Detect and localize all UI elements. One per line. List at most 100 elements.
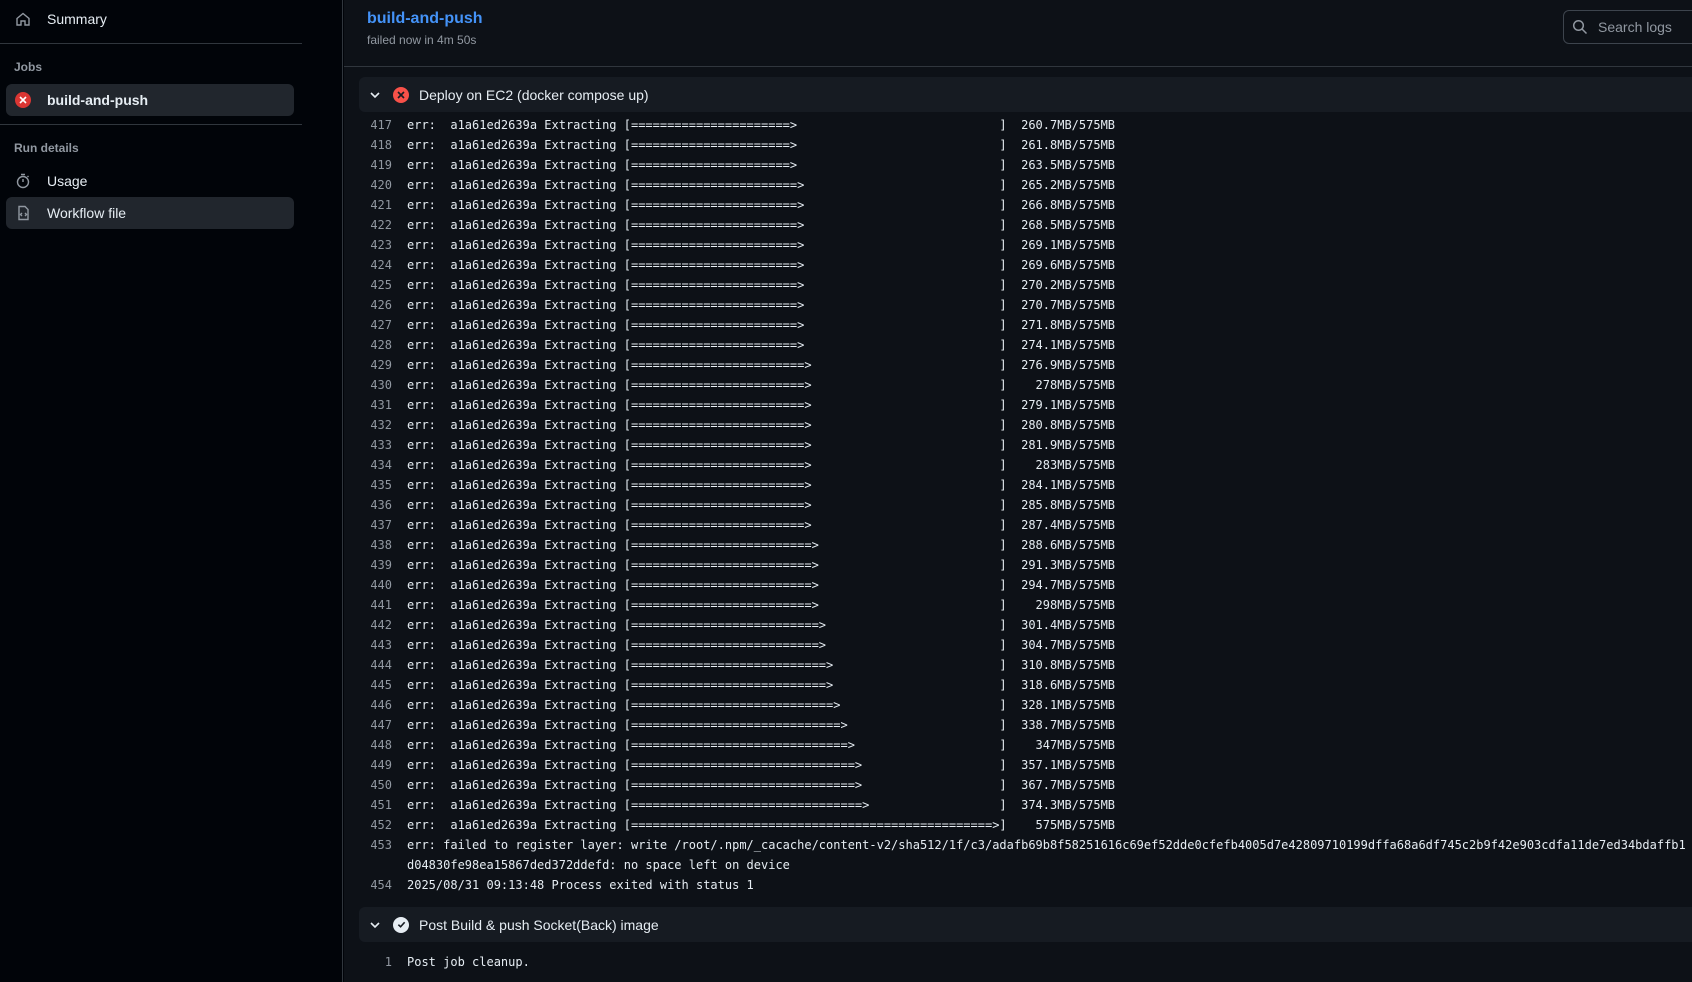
log-line-number[interactable]: 425 bbox=[344, 275, 407, 295]
job-title[interactable]: build-and-push bbox=[367, 10, 483, 28]
log-line-text: err: a1a61ed2639a Extracting [==========… bbox=[407, 218, 1116, 232]
log-line: 436 err: a1a61ed2639a Extracting [=======… bbox=[344, 495, 1692, 515]
log-line-text: err: a1a61ed2639a Extracting [==========… bbox=[407, 638, 1116, 652]
log-line-text: err: a1a61ed2639a Extracting [==========… bbox=[407, 678, 1116, 692]
sidebar-item-label: Usage bbox=[47, 173, 88, 189]
log-line-number[interactable]: 450 bbox=[344, 775, 407, 795]
log-line-number[interactable]: 421 bbox=[344, 195, 407, 215]
log-line-number[interactable]: 454 bbox=[344, 875, 407, 895]
chevron-down-icon[interactable] bbox=[367, 917, 383, 933]
search-logs-box[interactable] bbox=[1563, 10, 1692, 44]
log-line: 446 err: a1a61ed2639a Extracting [=======… bbox=[344, 695, 1692, 715]
log-line: 447 err: a1a61ed2639a Extracting [=======… bbox=[344, 715, 1692, 735]
log-line-text: err: a1a61ed2639a Extracting [==========… bbox=[407, 118, 1116, 132]
log-line-number[interactable]: 435 bbox=[344, 475, 407, 495]
sidebar-item-usage[interactable]: Usage bbox=[6, 165, 294, 197]
log-line-number[interactable]: 445 bbox=[344, 675, 407, 695]
log-line-text: err: a1a61ed2639a Extracting [==========… bbox=[407, 458, 1116, 472]
log-line: 448 err: a1a61ed2639a Extracting [=======… bbox=[344, 735, 1692, 755]
log-line-number[interactable]: 1 bbox=[344, 952, 407, 972]
log-line-number[interactable]: 452 bbox=[344, 815, 407, 835]
search-logs-input[interactable] bbox=[1598, 19, 1692, 35]
log-line-number[interactable]: 417 bbox=[344, 115, 407, 135]
log-line-text: err: a1a61ed2639a Extracting [==========… bbox=[407, 498, 1116, 512]
workflow-file-icon bbox=[15, 205, 31, 221]
log-line-number[interactable]: 433 bbox=[344, 435, 407, 455]
log-line-text: err: a1a61ed2639a Extracting [==========… bbox=[407, 618, 1116, 632]
log-line-number[interactable]: 442 bbox=[344, 615, 407, 635]
log-line-number[interactable]: 436 bbox=[344, 495, 407, 515]
deploy-log-lines: 417 err: a1a61ed2639a Extracting [=======… bbox=[344, 115, 1692, 895]
log-line-number[interactable]: 428 bbox=[344, 335, 407, 355]
log-line-text: err: a1a61ed2639a Extracting [==========… bbox=[407, 278, 1116, 292]
check-circle-icon bbox=[393, 916, 409, 933]
log-line: 437 err: a1a61ed2639a Extracting [=======… bbox=[344, 515, 1692, 535]
log-line-text: err: a1a61ed2639a Extracting [==========… bbox=[407, 578, 1116, 592]
log-line: 440 err: a1a61ed2639a Extracting [=======… bbox=[344, 575, 1692, 595]
log-line-text: err: a1a61ed2639a Extracting [==========… bbox=[407, 438, 1116, 452]
sidebar-item-label: Summary bbox=[47, 11, 107, 27]
log-line: 417 err: a1a61ed2639a Extracting [=======… bbox=[344, 115, 1692, 135]
sidebar-item-workflow-file[interactable]: Workflow file bbox=[6, 197, 294, 229]
log-line: 449 err: a1a61ed2639a Extracting [=======… bbox=[344, 755, 1692, 775]
log-line-text: err: a1a61ed2639a Extracting [==========… bbox=[407, 238, 1116, 252]
log-line-number[interactable]: 440 bbox=[344, 575, 407, 595]
log-line-number[interactable]: 420 bbox=[344, 175, 407, 195]
log-line-number[interactable]: 419 bbox=[344, 155, 407, 175]
log-line-text: err: a1a61ed2639a Extracting [==========… bbox=[407, 718, 1116, 732]
log-line: 429 err: a1a61ed2639a Extracting [=======… bbox=[344, 355, 1692, 375]
log-line-number[interactable]: 430 bbox=[344, 375, 407, 395]
log-line: 419 err: a1a61ed2639a Extracting [=======… bbox=[344, 155, 1692, 175]
log-line: 1 Post job cleanup. bbox=[344, 952, 1692, 972]
log-line-number[interactable]: 424 bbox=[344, 255, 407, 275]
log-line-text: err: a1a61ed2639a Extracting [==========… bbox=[407, 698, 1116, 712]
log-line-number[interactable]: 446 bbox=[344, 695, 407, 715]
log-line-number[interactable]: 451 bbox=[344, 795, 407, 815]
log-line-number[interactable]: 448 bbox=[344, 735, 407, 755]
log-line: 426 err: a1a61ed2639a Extracting [=======… bbox=[344, 295, 1692, 315]
log-line-number[interactable]: 426 bbox=[344, 295, 407, 315]
log-line-text: err: a1a61ed2639a Extracting [==========… bbox=[407, 198, 1116, 212]
log-line-text: err: a1a61ed2639a Extracting [==========… bbox=[407, 518, 1116, 532]
log-line-number[interactable]: 429 bbox=[344, 355, 407, 375]
log-line: 450 err: a1a61ed2639a Extracting [=======… bbox=[344, 775, 1692, 795]
log-line-number[interactable]: 418 bbox=[344, 135, 407, 155]
log-line-number[interactable]: 444 bbox=[344, 655, 407, 675]
log-line-number[interactable]: 443 bbox=[344, 635, 407, 655]
log-line-number[interactable]: 431 bbox=[344, 395, 407, 415]
sidebar-item-summary[interactable]: Summary bbox=[6, 3, 294, 35]
log-line: 423 err: a1a61ed2639a Extracting [=======… bbox=[344, 235, 1692, 255]
chevron-down-icon[interactable] bbox=[367, 87, 383, 103]
log-line-text: err: a1a61ed2639a Extracting [==========… bbox=[407, 798, 1116, 812]
log-line-number[interactable]: 441 bbox=[344, 595, 407, 615]
log-line: 454 2025/08/31 09:13:48 Process exited wi… bbox=[344, 875, 1692, 895]
main-panel: build-and-push failed now in 4m 50s Depl… bbox=[344, 0, 1692, 982]
log-line: 425 err: a1a61ed2639a Extracting [=======… bbox=[344, 275, 1692, 295]
log-line-number[interactable]: 422 bbox=[344, 215, 407, 235]
log-line-number[interactable]: 434 bbox=[344, 455, 407, 475]
log-line-text: err: a1a61ed2639a Extracting [==========… bbox=[407, 138, 1116, 152]
log-line-text: err: a1a61ed2639a Extracting [==========… bbox=[407, 298, 1116, 312]
log-line-number[interactable]: 423 bbox=[344, 235, 407, 255]
log-line-number[interactable]: 438 bbox=[344, 535, 407, 555]
sidebar-item-build-and-push[interactable]: build-and-push bbox=[6, 84, 294, 116]
job-status-text: failed now in 4m 50s bbox=[367, 33, 477, 47]
step-header-post-build[interactable]: Post Build & push Socket(Back) image bbox=[359, 907, 1692, 942]
step-header-deploy[interactable]: Deploy on EC2 (docker compose up) bbox=[359, 77, 1692, 112]
log-line-number[interactable]: 447 bbox=[344, 715, 407, 735]
log-line-number[interactable]: 432 bbox=[344, 415, 407, 435]
job-header: build-and-push failed now in 4m 50s bbox=[344, 0, 1692, 67]
log-line: 428 err: a1a61ed2639a Extracting [=======… bbox=[344, 335, 1692, 355]
log-line-text: err: a1a61ed2639a Extracting [==========… bbox=[407, 258, 1116, 272]
log-line-number[interactable]: 453 bbox=[344, 835, 407, 875]
log-line: 434 err: a1a61ed2639a Extracting [=======… bbox=[344, 455, 1692, 475]
stopwatch-icon bbox=[15, 173, 31, 189]
log-line-text: err: a1a61ed2639a Extracting [==========… bbox=[407, 818, 1116, 832]
jobs-heading: Jobs bbox=[14, 60, 43, 74]
log-line-text: err: a1a61ed2639a Extracting [==========… bbox=[407, 178, 1116, 192]
log-line-number[interactable]: 427 bbox=[344, 315, 407, 335]
log-line-number[interactable]: 449 bbox=[344, 755, 407, 775]
log-line-text: err: a1a61ed2639a Extracting [==========… bbox=[407, 158, 1116, 172]
log-line-number[interactable]: 437 bbox=[344, 515, 407, 535]
log-line-number[interactable]: 439 bbox=[344, 555, 407, 575]
